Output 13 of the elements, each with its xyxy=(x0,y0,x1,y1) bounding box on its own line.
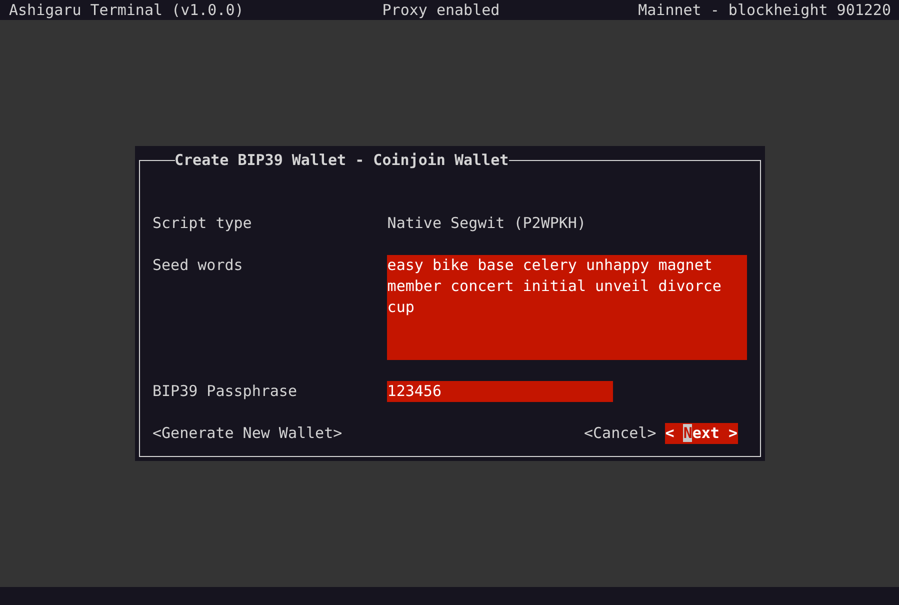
field-label: Script type xyxy=(152,213,253,234)
generate-wallet-button[interactable]: <Generate New Wallet> xyxy=(152,423,342,444)
seed-words-field[interactable]: easy bike base celery unhappy magnet member concert initial unveil divorce cup xyxy=(387,255,746,360)
app-title: Ashigaru Terminal (v1.0.0) xyxy=(9,0,244,20)
field-label: BIP39 Passphrase xyxy=(152,381,298,402)
field-label: Seed words xyxy=(152,255,244,276)
dialog-title: Create BIP39 Wallet - Coinjoin Wallet xyxy=(174,150,509,171)
field-value: Native Segwit (P2WPKH) xyxy=(387,213,586,234)
proxy-status: Proxy enabled xyxy=(382,0,500,20)
network-status: Mainnet - blockheight 901220 xyxy=(638,0,891,20)
passphrase-field[interactable]: 123456 xyxy=(387,381,614,402)
next-button[interactable]: < Next > xyxy=(665,423,738,444)
cancel-button[interactable]: <Cancel> xyxy=(584,423,656,444)
